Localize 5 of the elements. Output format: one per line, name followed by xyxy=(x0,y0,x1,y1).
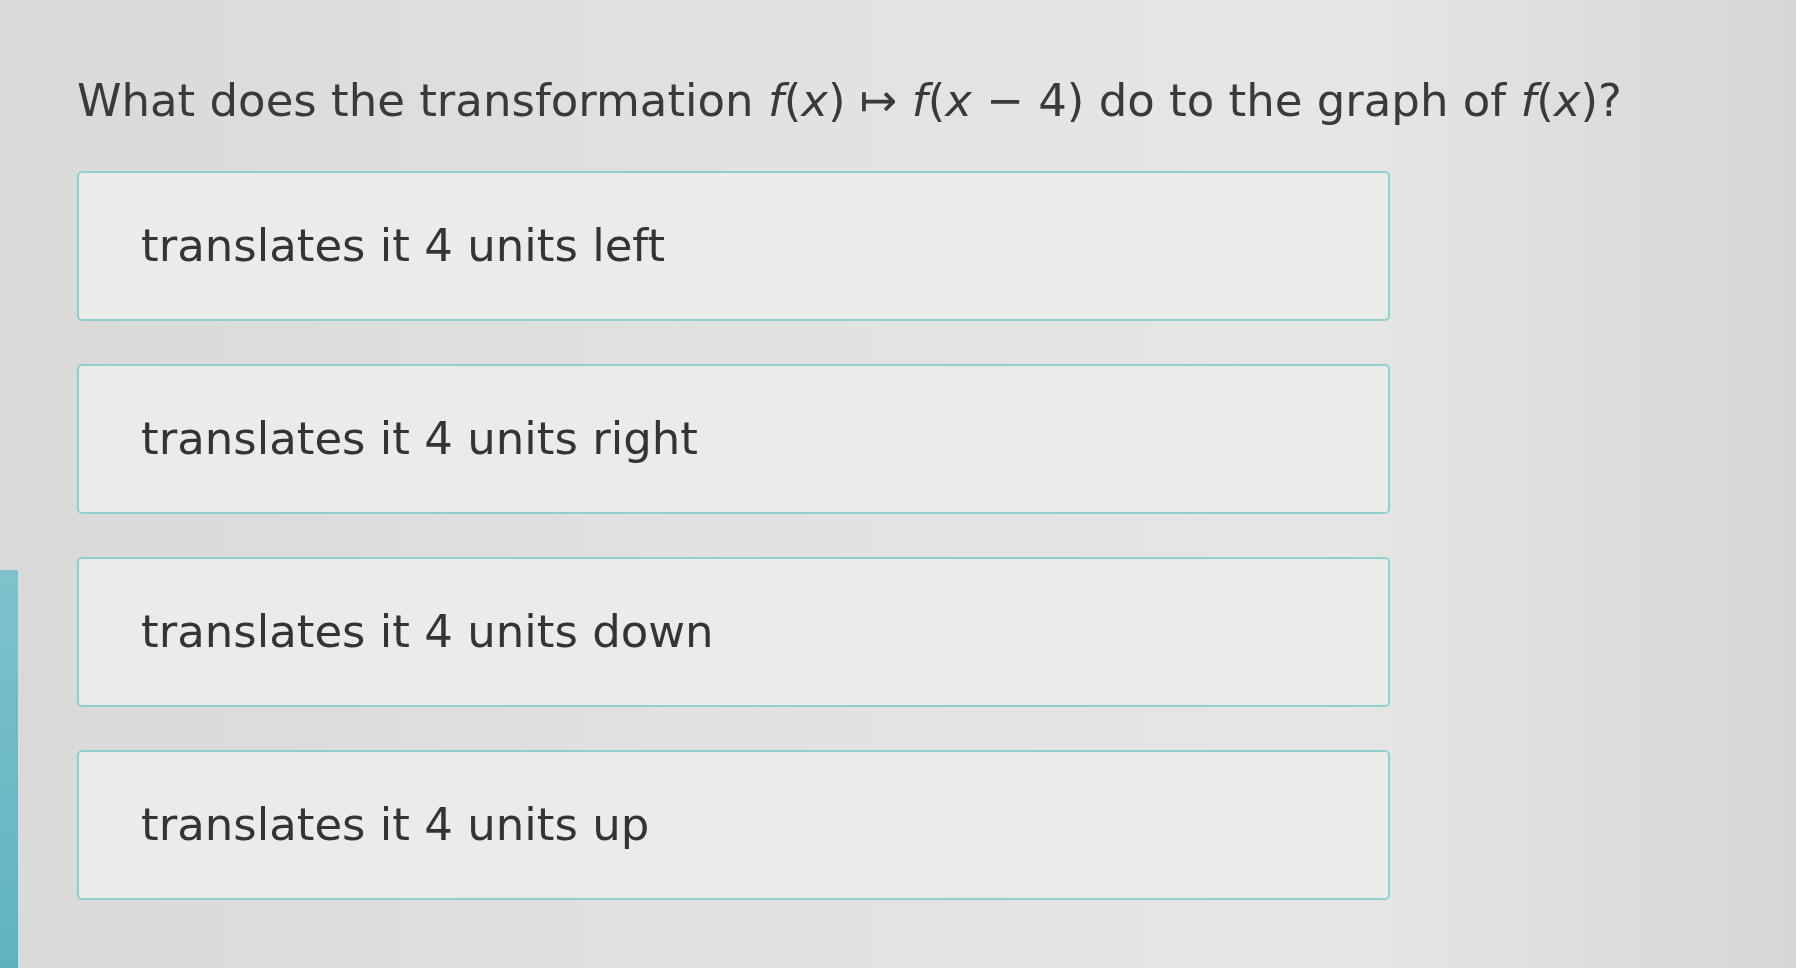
answer-option[interactable]: translates it 4 units left xyxy=(77,170,1390,321)
answer-option[interactable]: translates it 4 units up xyxy=(77,749,1390,900)
question-text: What does the transformation f(x) ↦ f(x − 4) do to the graph of f(x)? xyxy=(77,73,1622,129)
answer-option[interactable]: translates it 4 units right xyxy=(77,363,1390,514)
answer-option[interactable]: translates it 4 units down xyxy=(77,556,1390,707)
